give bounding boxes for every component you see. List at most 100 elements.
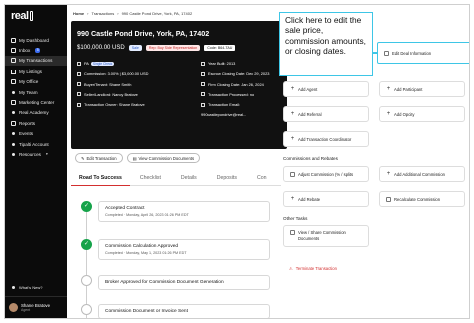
- timeline-line: [86, 209, 87, 318]
- step-card: Accepted Contract Completed · Monday, Ap…: [98, 201, 270, 222]
- sidebar-item-events[interactable]: Events: [5, 129, 67, 139]
- inbox-icon: [11, 48, 16, 54]
- header-buttons: ✎ Edit Transaction ▤ View Commission Doc…: [75, 153, 201, 163]
- add-additional-commission-label: Add Additional Commission: [394, 171, 445, 177]
- step-title: Accepted Contract: [105, 206, 145, 211]
- tipalti-icon: [11, 142, 16, 147]
- edit-transaction-button[interactable]: ✎ Edit Transaction: [75, 153, 123, 163]
- tab-deposits[interactable]: Deposits: [207, 170, 247, 186]
- check-icon: [201, 92, 205, 97]
- sidebar-item-label: My Office: [19, 79, 39, 85]
- breadcrumb-transactions[interactable]: Transactions: [91, 11, 114, 16]
- step-title: Broker Approved for Commission Document …: [105, 280, 224, 285]
- add-participant-button[interactable]: + Add Participant: [379, 81, 465, 97]
- adjust-commission-button[interactable]: Adjust Commission (% / splits: [283, 166, 369, 182]
- document-icon: ▤: [132, 155, 137, 161]
- office-icon: [11, 79, 16, 85]
- breadcrumb: Home › Transactions › 990 Castle Pond Dr…: [73, 11, 192, 16]
- sidebar-item-marketing[interactable]: Marketing Center: [5, 97, 67, 107]
- sidebar-item-label: My Transactions: [19, 58, 53, 64]
- reports-icon: [11, 120, 16, 126]
- team-icon: [11, 90, 16, 95]
- sidebar-item-dashboard[interactable]: My Dashboard: [5, 35, 67, 45]
- inbox-count-badge: 5: [35, 48, 41, 53]
- sidebar-item-label: Real Academy: [19, 110, 49, 116]
- tab-con[interactable]: Con: [247, 170, 277, 186]
- meta-row: PA Single Check Year Built: 2013: [77, 59, 283, 69]
- logo-bar-icon: [29, 11, 33, 21]
- sidebar-item-listings[interactable]: My Listings: [5, 66, 67, 76]
- meta-row: Buyer/Tenant: Shane Smith Firm Closing D…: [77, 80, 283, 90]
- add-transaction-coordinator-label: Add Transaction Coordinator: [298, 136, 352, 142]
- sale-price: $100,000.00 USD: [77, 45, 125, 51]
- add-rebate-label: Add Rebate: [298, 196, 321, 202]
- add-referral-button[interactable]: + Add Referral: [283, 106, 369, 122]
- calendar-icon: [201, 71, 205, 76]
- breadcrumb-separator: ›: [117, 11, 119, 16]
- person-icon: [77, 82, 81, 87]
- sidebar-item-label: My Team: [19, 89, 38, 95]
- tab-details[interactable]: Details: [171, 170, 207, 186]
- step-item: ✓ Commission Calculation Approved Comple…: [81, 239, 270, 260]
- check-circle-icon: ✓: [81, 239, 92, 250]
- step-card: Broker Approved for Commission Document …: [98, 275, 270, 290]
- sidebar-item-label: Marketing Center: [19, 100, 55, 106]
- marketing-icon: [11, 100, 16, 106]
- edit-transaction-label: Edit Transaction: [86, 155, 117, 161]
- meta-owner: Transaction Owner: Shane Bratove: [84, 102, 145, 108]
- sidebar-item-reports[interactable]: Reports: [5, 118, 67, 128]
- sidebar-item-label: Resources: [19, 151, 41, 157]
- tab-checklist[interactable]: Checklist: [130, 170, 171, 186]
- terminate-transaction-link[interactable]: ⚠ Terminate Transaction: [289, 266, 337, 271]
- pending-circle-icon: [81, 275, 92, 286]
- sidebar-item-resources[interactable]: Resources ▾: [5, 149, 67, 159]
- check-circle-icon: ✓: [81, 201, 92, 212]
- recalculate-commission-button[interactable]: Recalculate Commission: [379, 191, 465, 207]
- meta-commission: Commission: 3.00% | $3,000.00 USD: [84, 71, 149, 77]
- tab-road-to-success[interactable]: Road To Success: [71, 170, 130, 186]
- meta-email-value[interactable]: 990castlepondrive@real...: [201, 112, 246, 117]
- add-additional-commission-button[interactable]: + Add Additional Commission: [379, 166, 465, 182]
- sliders-icon: [290, 171, 295, 177]
- step-title: Commission Document or Invoice Sent: [105, 309, 188, 314]
- whats-new-link[interactable]: What's New?: [11, 285, 42, 290]
- breadcrumb-separator: ›: [87, 11, 89, 16]
- view-share-commission-documents-button[interactable]: View / Share Commission Documents: [283, 225, 369, 247]
- user-profile[interactable]: Shane Bratove Agent: [5, 296, 67, 318]
- step-item: Broker Approved for Commission Document …: [81, 275, 270, 290]
- meta-row: 990castlepondrive@real...: [77, 110, 283, 120]
- plus-icon: +: [386, 110, 391, 117]
- commissions-heading: Commissions and Rebates: [283, 156, 338, 161]
- add-opcity-label: Add Opcity: [394, 111, 415, 117]
- transaction-header-card: 990 Castle Pond Drive, York, PA, 17402 $…: [71, 21, 287, 149]
- sidebar-item-transactions[interactable]: My Transactions: [5, 55, 67, 67]
- sidebar-item-inbox[interactable]: Inbox 5: [5, 45, 67, 55]
- add-rebate-button[interactable]: + Add Rebate: [283, 191, 369, 207]
- transactions-icon: [11, 58, 16, 64]
- view-commission-documents-label: View Commission Documents: [138, 155, 195, 161]
- edit-deal-information-button[interactable]: Edit Deal Information: [377, 42, 469, 64]
- price-row: $100,000.00 USD Sale Rep: Buy Side Repre…: [77, 45, 236, 51]
- plus-icon: +: [386, 170, 391, 177]
- document-icon: [290, 230, 295, 235]
- add-transaction-coordinator-button[interactable]: + Add Transaction Coordinator: [283, 131, 369, 147]
- sidebar: real My Dashboard Inbox 5 My Transaction…: [5, 5, 67, 318]
- single-check-badge: Single Check: [90, 62, 115, 66]
- warning-icon: ⚠: [289, 266, 293, 271]
- sidebar-item-tipalti[interactable]: Tipalti Account: [5, 139, 67, 149]
- sidebar-nav: My Dashboard Inbox 5 My Transactions My …: [5, 35, 67, 160]
- sidebar-item-academy[interactable]: Real Academy: [5, 108, 67, 118]
- tutorial-callout: Click here to edit the sale price, commi…: [279, 12, 373, 76]
- avatar: [9, 303, 18, 312]
- sidebar-item-team[interactable]: My Team: [5, 87, 67, 97]
- add-agent-label: Add Agent: [298, 86, 318, 92]
- breadcrumb-home[interactable]: Home: [73, 11, 84, 16]
- view-commission-documents-button[interactable]: ▤ View Commission Documents: [126, 153, 201, 163]
- real-logo[interactable]: real: [11, 10, 34, 22]
- chevron-down-icon: ▾: [45, 152, 48, 157]
- add-agent-button[interactable]: + Add Agent: [283, 81, 369, 97]
- plus-icon: +: [386, 85, 391, 92]
- meta-year-built: Year Built: 2013: [208, 61, 236, 66]
- sidebar-item-office[interactable]: My Office: [5, 77, 67, 87]
- add-opcity-button[interactable]: + Add Opcity: [379, 106, 465, 122]
